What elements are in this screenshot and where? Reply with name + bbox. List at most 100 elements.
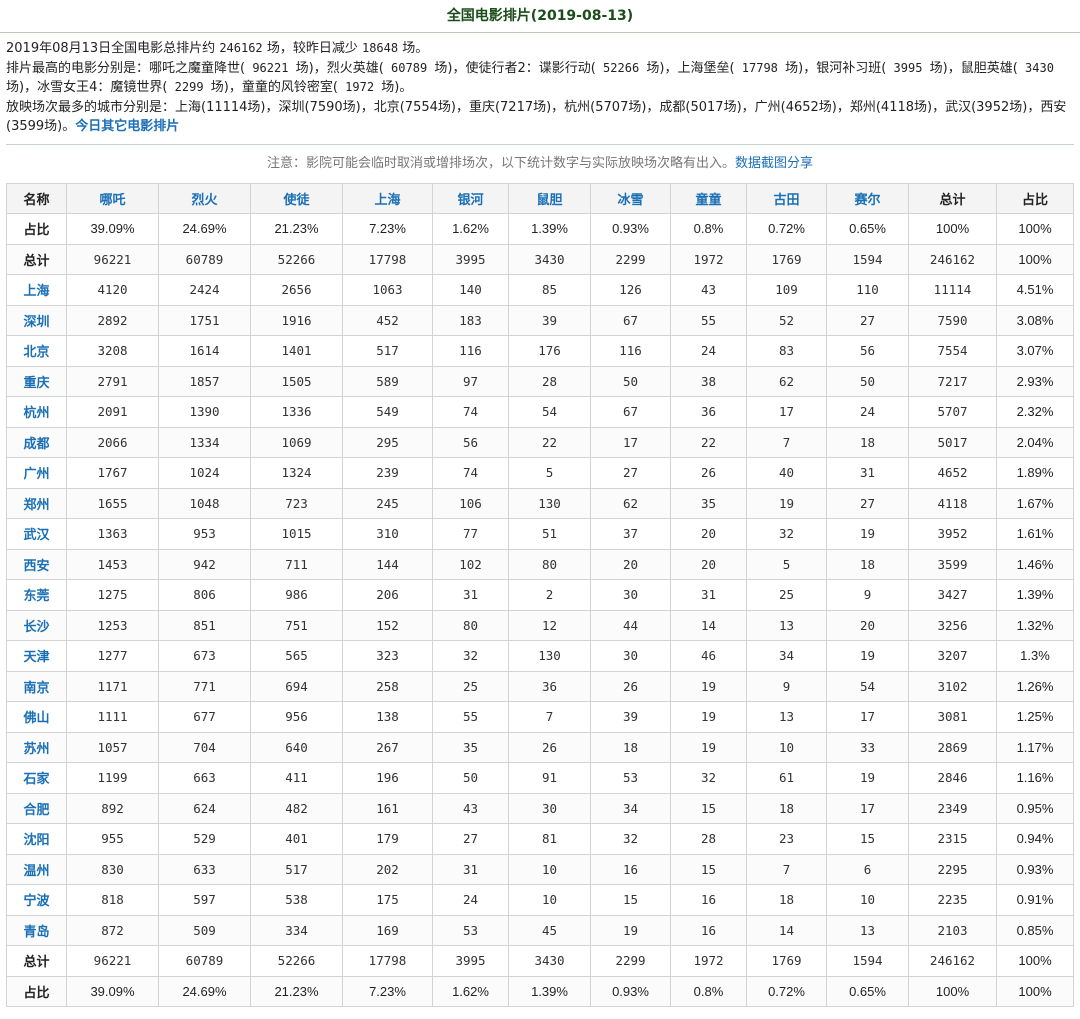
table-cell: 27	[432, 823, 509, 855]
film-name: 上海堡垒(	[677, 60, 735, 76]
table-cell: 1594	[826, 243, 909, 275]
city-link[interactable]: 上海	[23, 284, 49, 299]
summary-text: 2019年08月13日全国电影总排片约	[6, 41, 216, 56]
film-column-link[interactable]: 哪吒	[99, 193, 125, 208]
city-link[interactable]: 西安	[23, 559, 49, 574]
table-cell: 19	[826, 518, 909, 550]
table-cell: 3207	[908, 640, 997, 672]
table-cell: 3430	[508, 243, 591, 275]
table-cell: 942	[158, 548, 251, 580]
city-link[interactable]: 青岛	[23, 925, 49, 940]
table-cell: 176	[508, 335, 591, 367]
film-column-link[interactable]: 上海	[374, 193, 400, 208]
film-column-link[interactable]: 古田	[773, 193, 799, 208]
film-column-link[interactable]: 鼠胆	[536, 193, 562, 208]
film-column-link[interactable]: 童童	[695, 193, 721, 208]
table-cell: 323	[342, 640, 433, 672]
table-cell: 22	[670, 426, 747, 458]
city-link[interactable]: 石家	[23, 772, 49, 787]
table-cell: 1015	[250, 518, 343, 550]
share-cell: 2.04%	[996, 426, 1074, 458]
table-cell: 109	[746, 274, 827, 306]
other-films-link[interactable]: 今日其它电影排片	[75, 119, 179, 134]
share-cell: 3.07%	[996, 335, 1074, 367]
schedule-table: 名称 哪吒 烈火 使徒 上海 银河 鼠胆 冰雪 童童 古田 赛尔 总计 占比 占比 39.09% 24.69…	[6, 182, 1074, 1008]
table-cell: 0.65%	[826, 975, 909, 1007]
table-body: 占比 39.09% 24.69% 21.23% 7.23% 1.62% 1.39% 0.93%…	[6, 213, 1074, 1007]
column-header: 上海	[342, 182, 433, 214]
table-cell: 1048	[158, 487, 251, 519]
table-cell: 179	[342, 823, 433, 855]
city-link[interactable]: 深圳	[23, 315, 49, 330]
table-cell: 19	[670, 731, 747, 763]
film-column-link[interactable]: 使徒	[283, 193, 309, 208]
table-cell: 24.69%	[158, 213, 251, 245]
table-cell: 1390	[158, 396, 251, 428]
table-cell: 673	[158, 640, 251, 672]
city-row: 石家 1199 663 411 196 50 91 53 32 61 19 2846 1.16%	[6, 762, 1074, 794]
table-cell: 67	[590, 304, 671, 336]
city-link[interactable]: 沈阳	[23, 833, 49, 848]
city-link[interactable]: 成都	[23, 437, 49, 452]
film-column-link[interactable]: 赛尔	[854, 193, 880, 208]
table-cell: 624	[158, 792, 251, 824]
city-link[interactable]: 北京	[23, 345, 49, 360]
table-cell: 1275	[66, 579, 159, 611]
table-cell: 51	[508, 518, 591, 550]
city-link[interactable]: 苏州	[23, 742, 49, 757]
table-cell: 3081	[908, 701, 997, 733]
table-cell: 1057	[66, 731, 159, 763]
table-cell: 16	[590, 853, 671, 885]
film-column-link[interactable]: 冰雪	[617, 193, 643, 208]
city-link[interactable]: 重庆	[23, 376, 49, 391]
city-cell: 宁波	[6, 884, 67, 916]
table-cell: 1199	[66, 762, 159, 794]
city-link[interactable]: 郑州	[23, 498, 49, 513]
table-cell: 15	[590, 884, 671, 916]
city-link[interactable]: 长沙	[23, 620, 49, 635]
table-cell: 130	[508, 487, 591, 519]
city-cell: 上海	[6, 274, 67, 306]
city-link[interactable]: 东莞	[23, 589, 49, 604]
city-link[interactable]: 合肥	[23, 803, 49, 818]
summary: 2019年08月13日全国电影总排片约 246162 场，较昨日减少 18648…	[0, 33, 1080, 137]
city-link[interactable]: 天津	[23, 650, 49, 665]
table-cell: 37	[590, 518, 671, 550]
table-cell: 258	[342, 670, 433, 702]
table-cell: 7.23%	[342, 975, 433, 1007]
column-header: 童童	[670, 182, 747, 214]
table-cell: 97	[432, 365, 509, 397]
table-cell: 34	[590, 792, 671, 824]
city-link[interactable]: 佛山	[23, 711, 49, 726]
table-cell: 19	[590, 914, 671, 946]
film-column-link[interactable]: 银河	[457, 193, 483, 208]
city-link[interactable]: 杭州	[23, 406, 49, 421]
city-link[interactable]: 武汉	[23, 528, 49, 543]
table-cell: 1363	[66, 518, 159, 550]
film-sep: 场)，	[210, 80, 242, 95]
table-cell: 26	[670, 457, 747, 489]
table-cell: 7554	[908, 335, 997, 367]
summary-total-line: 2019年08月13日全国电影总排片约 246162 场，较昨日减少 18648…	[6, 39, 1074, 59]
table-cell: 19	[670, 670, 747, 702]
column-header: 占比	[996, 182, 1074, 214]
table-cell: 46	[670, 640, 747, 672]
city-link[interactable]: 宁波	[23, 894, 49, 909]
table-cell: 39.09%	[66, 213, 159, 245]
table-cell: 24.69%	[158, 975, 251, 1007]
city-link[interactable]: 广州	[23, 467, 49, 482]
city-link[interactable]: 南京	[23, 681, 49, 696]
share-cell: 2.32%	[996, 396, 1074, 428]
table-cell: 24	[670, 335, 747, 367]
table-cell: 13	[826, 914, 909, 946]
table-cell: 953	[158, 518, 251, 550]
share-cell: 1.39%	[996, 579, 1074, 611]
table-cell: 17798	[342, 945, 433, 977]
film-column-link[interactable]: 烈火	[191, 193, 217, 208]
table-cell: 3995	[432, 945, 509, 977]
table-cell: 1324	[250, 457, 343, 489]
table-cell: 9	[746, 670, 827, 702]
share-screenshot-link[interactable]: 数据截图分享	[735, 156, 813, 171]
table-cell: 74	[432, 396, 509, 428]
city-link[interactable]: 温州	[23, 864, 49, 879]
